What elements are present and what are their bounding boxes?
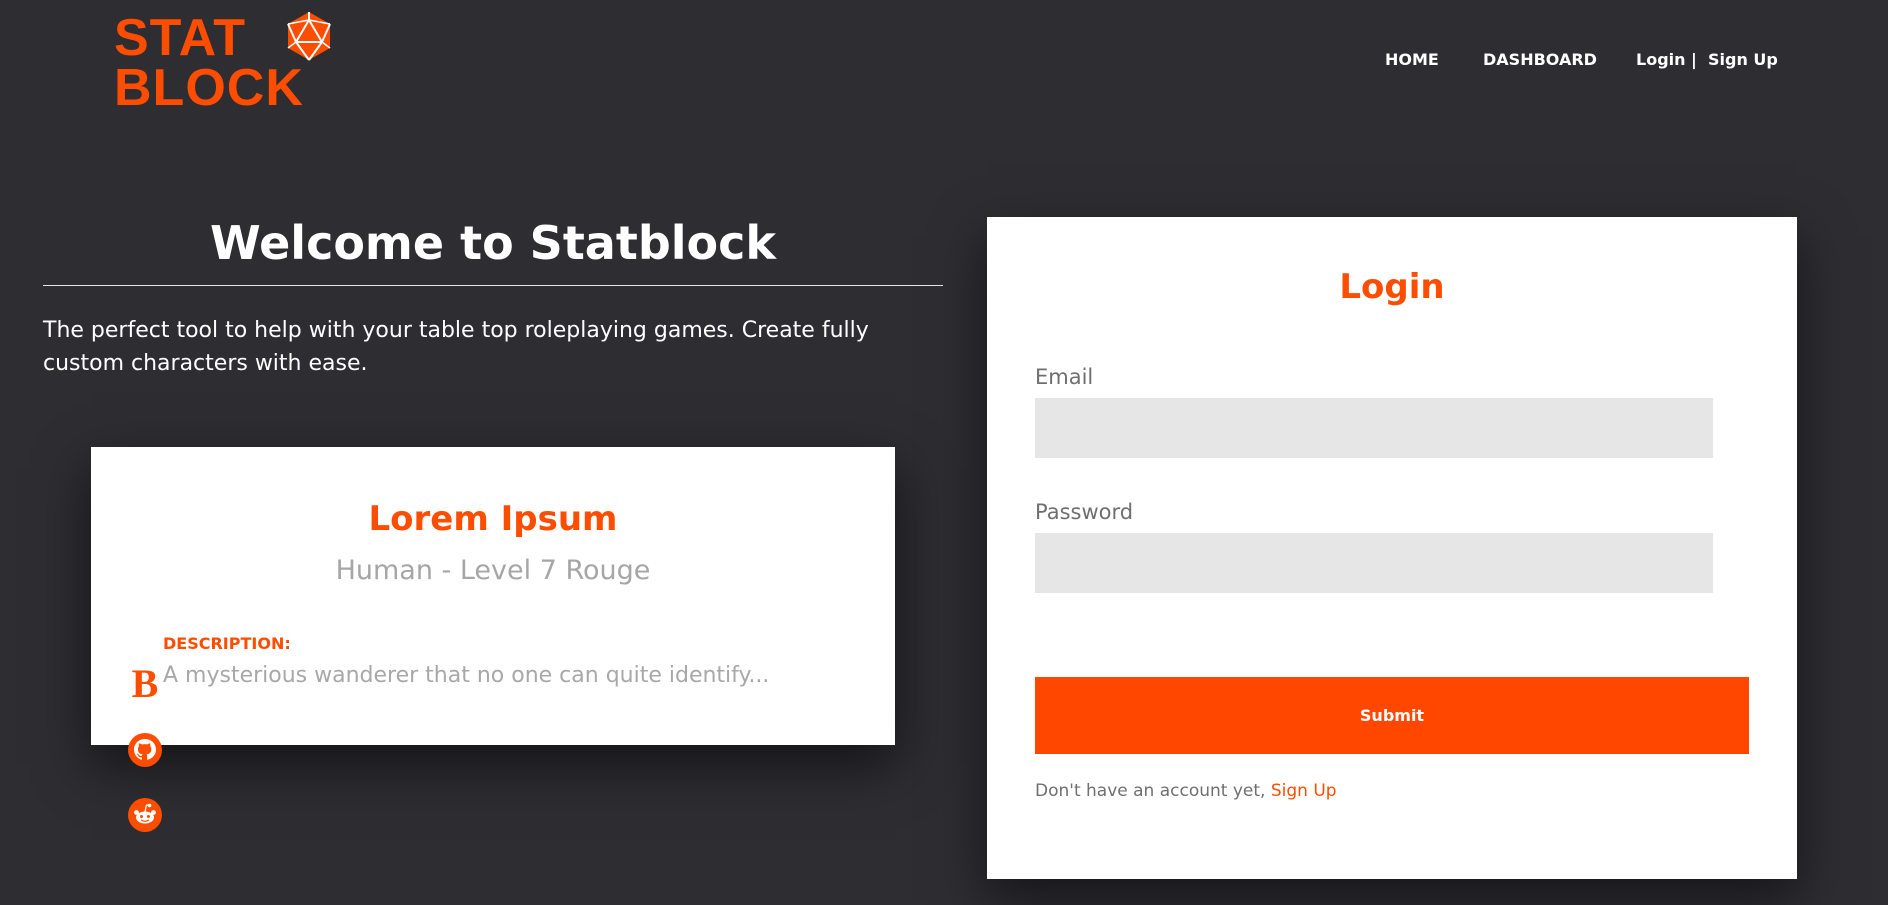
statblock-logo[interactable]: STAT BLOCK bbox=[114, 9, 334, 114]
nav-signup-link[interactable]: Sign Up bbox=[1708, 50, 1778, 69]
nav-login-link[interactable]: Login bbox=[1636, 50, 1686, 69]
signup-prompt-text: Don't have an account yet, bbox=[1035, 781, 1271, 801]
password-field[interactable] bbox=[1035, 533, 1713, 593]
login-card: Login Email Password Submit Don't have a… bbox=[987, 217, 1797, 879]
reddit-icon[interactable] bbox=[127, 797, 163, 833]
hero-title: Welcome to Statblock bbox=[210, 216, 776, 270]
signup-prompt: Don't have an account yet, Sign Up bbox=[1035, 781, 1337, 801]
d20-dice-icon bbox=[287, 12, 331, 61]
nav-separator: | bbox=[1691, 50, 1697, 69]
character-name: Lorem Ipsum bbox=[368, 499, 618, 539]
logo-text-line1: STAT bbox=[114, 9, 247, 67]
b-logo-icon[interactable]: B bbox=[127, 665, 163, 701]
password-label: Password bbox=[1035, 500, 1134, 524]
signup-link[interactable]: Sign Up bbox=[1271, 781, 1337, 801]
svg-text:B: B bbox=[132, 665, 159, 701]
nav-dashboard-link[interactable]: DASHBOARD bbox=[1483, 50, 1597, 69]
nav-home-link[interactable]: HOME bbox=[1385, 50, 1439, 69]
character-subtitle: Human - Level 7 Rouge bbox=[335, 555, 651, 586]
login-title: Login bbox=[1339, 267, 1445, 307]
logo-text-line2: BLOCK bbox=[114, 59, 304, 117]
hero-divider bbox=[43, 285, 943, 286]
description-label: DESCRIPTION: bbox=[163, 634, 291, 653]
hero-description: The perfect tool to help with your table… bbox=[43, 318, 869, 376]
submit-button[interactable]: Submit bbox=[1035, 677, 1749, 754]
email-field[interactable] bbox=[1035, 398, 1713, 458]
github-icon[interactable] bbox=[127, 732, 163, 768]
email-label: Email bbox=[1035, 365, 1094, 389]
character-description: A mysterious wanderer that no one can qu… bbox=[163, 663, 770, 688]
character-card[interactable]: Lorem Ipsum Human - Level 7 Rouge DESCRI… bbox=[91, 447, 895, 745]
